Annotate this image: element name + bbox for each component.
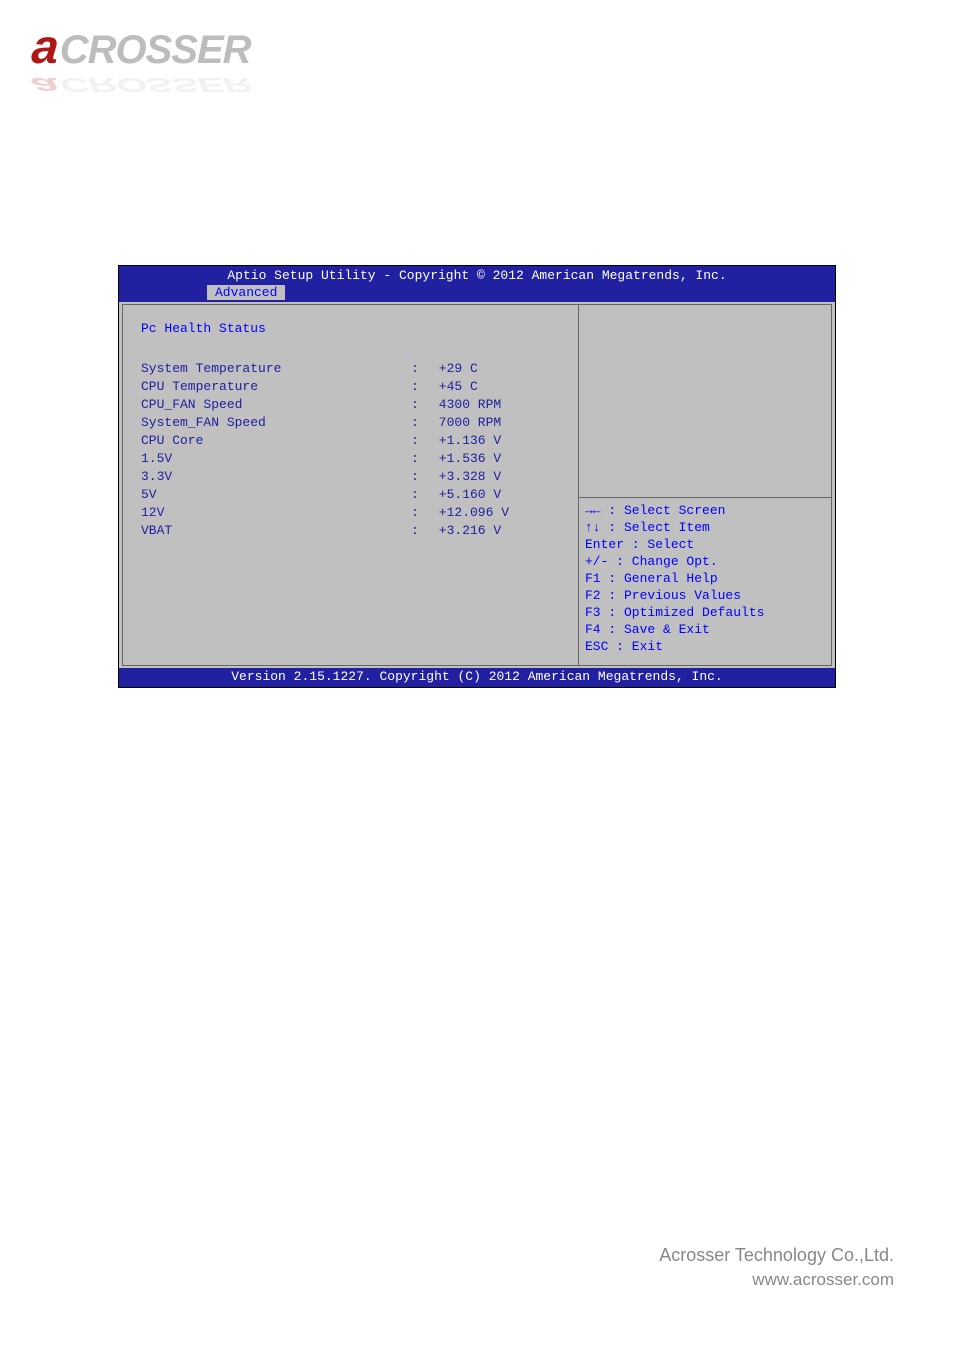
help-f4-save-exit: F4 : Save & Exit	[585, 621, 825, 638]
row-12v: 12V : +12.096 V	[141, 504, 570, 522]
row-3p3v: 3.3V : +3.328 V	[141, 468, 570, 486]
footer-site: www.acrosser.com	[659, 1270, 894, 1290]
row-value: 4300 RPM	[431, 396, 570, 414]
row-value: 7000 RPM	[431, 414, 570, 432]
row-label: CPU_FAN Speed	[141, 396, 411, 414]
bios-title: Aptio Setup Utility - Copyright © 2012 A…	[119, 266, 835, 285]
bios-version: Version 2.15.1227. Copyright (C) 2012 Am…	[119, 668, 835, 687]
page-footer: Acrosser Technology Co.,Ltd. www.acrosse…	[659, 1245, 894, 1290]
help-f3-defaults: F3 : Optimized Defaults	[585, 604, 825, 621]
logo-initial: a	[28, 20, 63, 75]
row-label: VBAT	[141, 522, 411, 540]
row-cpu-fan-speed: CPU_FAN Speed : 4300 RPM	[141, 396, 570, 414]
row-value: +3.328 V	[431, 468, 570, 486]
footer-company: Acrosser Technology Co.,Ltd.	[659, 1245, 894, 1266]
help-select-screen: →← : Select Screen	[585, 502, 825, 519]
tab-advanced[interactable]: Advanced	[207, 285, 285, 300]
row-value: +45 C	[431, 378, 570, 396]
bios-tabbar: Advanced	[119, 285, 835, 302]
row-label: 3.3V	[141, 468, 411, 486]
section-title: Pc Health Status	[141, 321, 570, 336]
help-select-item: ↑↓ : Select Item	[585, 519, 825, 536]
row-system-fan-speed: System_FAN Speed : 7000 RPM	[141, 414, 570, 432]
row-value: +5.160 V	[431, 486, 570, 504]
row-label: 1.5V	[141, 450, 411, 468]
row-1p5v: 1.5V : +1.536 V	[141, 450, 570, 468]
row-label: CPU Temperature	[141, 378, 411, 396]
row-5v: 5V : +5.160 V	[141, 486, 570, 504]
row-vbat: VBAT : +3.216 V	[141, 522, 570, 540]
help-f2-previous: F2 : Previous Values	[585, 587, 825, 604]
bios-help-panel: →← : Select Screen ↑↓ : Select Item Ente…	[578, 305, 831, 665]
row-label: 12V	[141, 504, 411, 522]
logo-text: CROSSER	[60, 28, 251, 72]
help-esc-exit: ESC : Exit	[585, 638, 825, 655]
row-cpu-core: CPU Core : +1.136 V	[141, 432, 570, 450]
bios-body: Pc Health Status System Temperature : +2…	[122, 304, 832, 666]
row-value: +1.536 V	[431, 450, 570, 468]
help-f1-general: F1 : General Help	[585, 570, 825, 587]
row-label: 5V	[141, 486, 411, 504]
row-label: System_FAN Speed	[141, 414, 411, 432]
help-change-opt: +/- : Change Opt.	[585, 553, 825, 570]
bios-main-panel: Pc Health Status System Temperature : +2…	[123, 305, 578, 665]
row-label: System Temperature	[141, 360, 411, 378]
row-value: +29 C	[431, 360, 570, 378]
row-value: +1.136 V	[431, 432, 570, 450]
row-value: +3.216 V	[431, 522, 570, 540]
acrosser-logo: aCROSSER aCROSSER	[30, 20, 251, 75]
row-label: CPU Core	[141, 432, 411, 450]
bios-window: Aptio Setup Utility - Copyright © 2012 A…	[118, 265, 836, 688]
row-cpu-temperature: CPU Temperature : +45 C	[141, 378, 570, 396]
row-system-temperature: System Temperature : +29 C	[141, 360, 570, 378]
row-value: +12.096 V	[431, 504, 570, 522]
help-enter-select: Enter : Select	[585, 536, 825, 553]
